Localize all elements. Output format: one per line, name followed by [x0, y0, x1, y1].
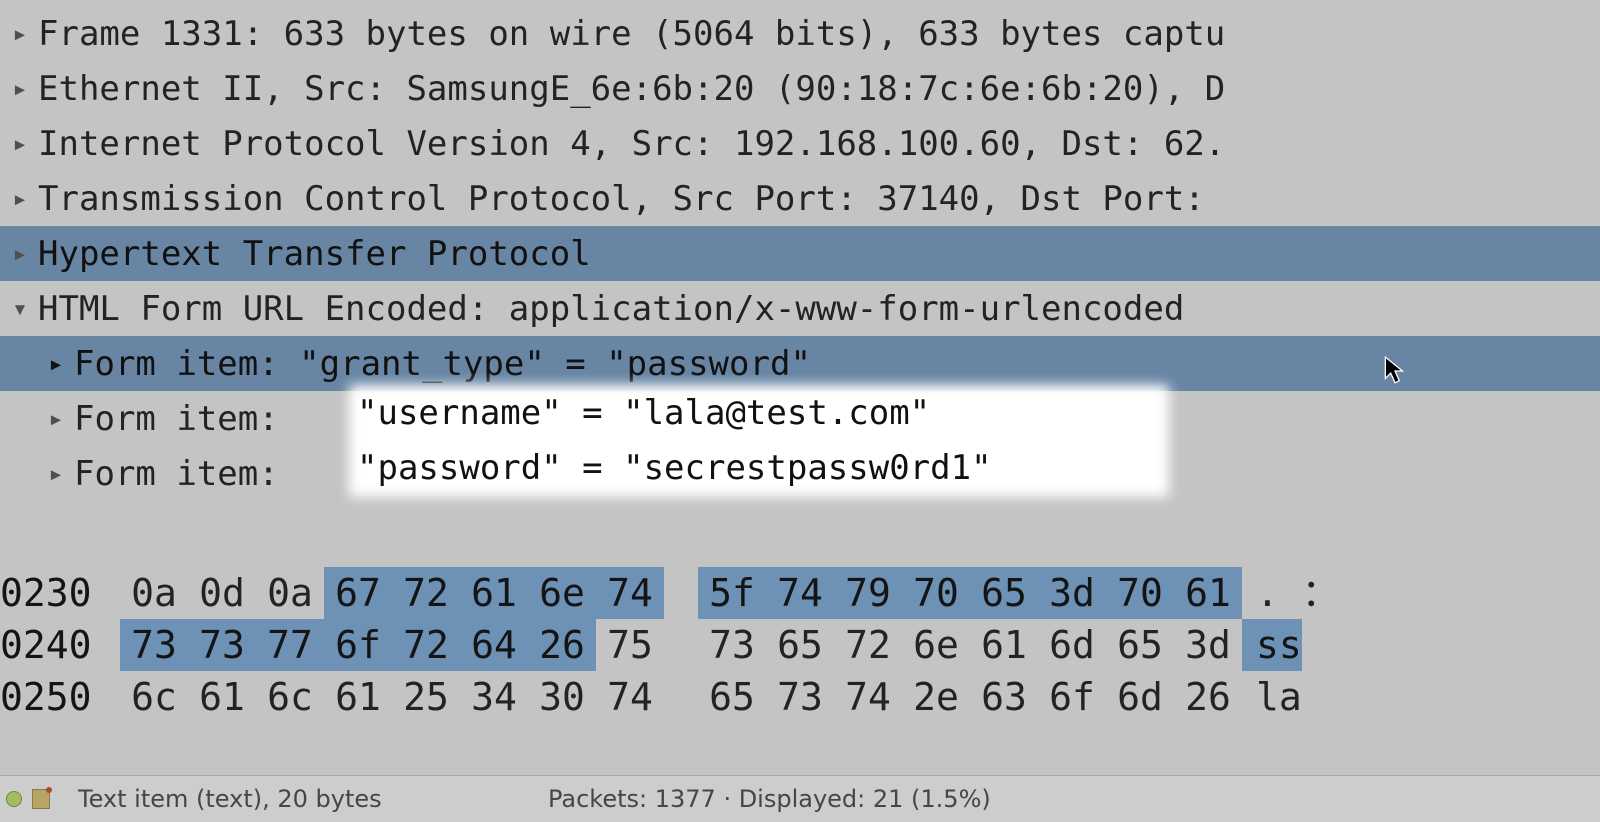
hex-bytes: 6c 61 6c 61 25 34 30 74 65 73 74 2e 63 6…	[120, 671, 1242, 723]
chevron-right-icon: ▸	[38, 461, 74, 487]
hex-byte: 73	[766, 671, 834, 723]
ascii-text: ss	[1242, 619, 1302, 671]
chevron-right-icon: ▸	[38, 351, 74, 377]
hex-byte: 73	[698, 619, 766, 671]
tree-row-form-item-grant-type[interactable]: ▸ Form item: "grant_type" = "password"	[0, 336, 1600, 391]
hex-byte: 72	[392, 567, 460, 619]
ip-summary: Internet Protocol Version 4, Src: 192.16…	[38, 124, 1600, 164]
form-item-password-value: "password" = "secrestpassw0rd1"	[349, 440, 1169, 495]
ascii-text: . ：	[1242, 567, 1340, 619]
chevron-right-icon: ▸	[2, 241, 38, 267]
form-item-username-value: "username" = "lala@test.com"	[349, 385, 1169, 440]
hex-row[interactable]: 0240 73 73 77 6f 72 64 26 75 73 65 72 6e…	[0, 619, 1600, 671]
tree-row-http[interactable]: ▸ Hypertext Transfer Protocol	[0, 226, 1600, 281]
hex-offset: 0240	[0, 619, 120, 671]
mouse-cursor-icon	[1384, 356, 1406, 386]
hex-byte: 6d	[1106, 671, 1174, 723]
hex-byte: 74	[834, 671, 902, 723]
hex-byte: 74	[596, 671, 664, 723]
status-selected-field: Text item (text), 20 bytes	[66, 785, 548, 813]
hex-byte: 6f	[324, 619, 392, 671]
ascii-text: la	[1242, 671, 1302, 723]
hex-byte: 75	[596, 619, 664, 671]
hex-byte: 6c	[256, 671, 324, 723]
hex-byte: 73	[188, 619, 256, 671]
hex-byte: 0a	[256, 567, 324, 619]
hex-byte: 61	[1174, 567, 1242, 619]
status-bar: Text item (text), 20 bytes Packets: 1377…	[0, 775, 1600, 822]
hex-offset: 0230	[0, 567, 120, 619]
hex-byte: 26	[528, 619, 596, 671]
details-filler	[0, 501, 1600, 561]
hex-byte: 77	[256, 619, 324, 671]
hex-byte: 63	[970, 671, 1038, 723]
tree-row-ethernet[interactable]: ▸ Ethernet II, Src: SamsungE_6e:6b:20 (9…	[0, 61, 1600, 116]
tree-row-tcp[interactable]: ▸ Transmission Control Protocol, Src Por…	[0, 171, 1600, 226]
hex-row[interactable]: 0230 0a 0d 0a 67 72 61 6e 74 5f 74 79 70…	[0, 567, 1600, 619]
hex-byte: 0a	[120, 567, 188, 619]
hex-byte: 79	[834, 567, 902, 619]
hex-byte: 6d	[1038, 619, 1106, 671]
hex-byte: 74	[766, 567, 834, 619]
hex-byte: 74	[596, 567, 664, 619]
hex-byte: 65	[1106, 619, 1174, 671]
tree-row-ip[interactable]: ▸ Internet Protocol Version 4, Src: 192.…	[0, 116, 1600, 171]
hex-byte: 72	[392, 619, 460, 671]
status-icons	[0, 789, 66, 809]
hex-byte: 65	[698, 671, 766, 723]
hex-byte: 6c	[120, 671, 188, 723]
hex-byte: 61	[324, 671, 392, 723]
frame-summary: Frame 1331: 633 bytes on wire (5064 bits…	[38, 14, 1600, 54]
hex-offset: 0250	[0, 671, 120, 723]
hex-byte: 25	[392, 671, 460, 723]
tree-row-frame[interactable]: ▸ Frame 1331: 633 bytes on wire (5064 bi…	[0, 6, 1600, 61]
hex-byte: 67	[324, 567, 392, 619]
hex-byte: 70	[902, 567, 970, 619]
hex-byte: 72	[834, 619, 902, 671]
hex-byte: 0d	[188, 567, 256, 619]
hex-byte: 26	[1174, 671, 1242, 723]
credentials-highlight: "username" = "lala@test.com" "password" …	[349, 385, 1169, 497]
chevron-down-icon: ▾	[2, 296, 38, 322]
hex-byte: 61	[970, 619, 1038, 671]
hex-byte: 61	[188, 671, 256, 723]
hex-byte: 6e	[528, 567, 596, 619]
hex-byte: 6e	[902, 619, 970, 671]
expert-info-dot-icon[interactable]	[6, 791, 22, 807]
hex-byte: 5f	[698, 567, 766, 619]
chevron-right-icon: ▸	[2, 21, 38, 47]
hex-bytes: 0a 0d 0a 67 72 61 6e 74 5f 74 79 70 65 3…	[120, 567, 1242, 619]
hex-byte: 65	[766, 619, 834, 671]
form-item-grant: Form item: "grant_type" = "password"	[74, 344, 1600, 384]
hex-byte: 65	[970, 567, 1038, 619]
hex-byte: 3d	[1038, 567, 1106, 619]
status-packet-counts: Packets: 1377 · Displayed: 21 (1.5%)	[548, 785, 1600, 813]
http-summary: Hypertext Transfer Protocol	[38, 234, 1600, 274]
chevron-right-icon: ▸	[2, 76, 38, 102]
hex-byte: 61	[460, 567, 528, 619]
hex-byte: 73	[120, 619, 188, 671]
hex-byte: 34	[460, 671, 528, 723]
ethernet-summary: Ethernet II, Src: SamsungE_6e:6b:20 (90:…	[38, 69, 1600, 109]
packet-bytes-pane[interactable]: 0230 0a 0d 0a 67 72 61 6e 74 5f 74 79 70…	[0, 561, 1600, 723]
tree-row-form-header[interactable]: ▾ HTML Form URL Encoded: application/x-w…	[0, 281, 1600, 336]
hex-byte: 70	[1106, 567, 1174, 619]
hex-bytes: 73 73 77 6f 72 64 26 75 73 65 72 6e 61 6…	[120, 619, 1242, 671]
form-header-summary: HTML Form URL Encoded: application/x-www…	[38, 289, 1600, 329]
hex-row[interactable]: 0250 6c 61 6c 61 25 34 30 74 65 73 74 2e…	[0, 671, 1600, 723]
chevron-right-icon: ▸	[38, 406, 74, 432]
tcp-summary: Transmission Control Protocol, Src Port:…	[38, 179, 1600, 219]
capture-file-icon[interactable]	[32, 789, 50, 809]
hex-byte: 3d	[1174, 619, 1242, 671]
chevron-right-icon: ▸	[2, 131, 38, 157]
hex-byte: 30	[528, 671, 596, 723]
chevron-right-icon: ▸	[2, 186, 38, 212]
hex-byte: 64	[460, 619, 528, 671]
hex-byte: 2e	[902, 671, 970, 723]
hex-byte: 6f	[1038, 671, 1106, 723]
